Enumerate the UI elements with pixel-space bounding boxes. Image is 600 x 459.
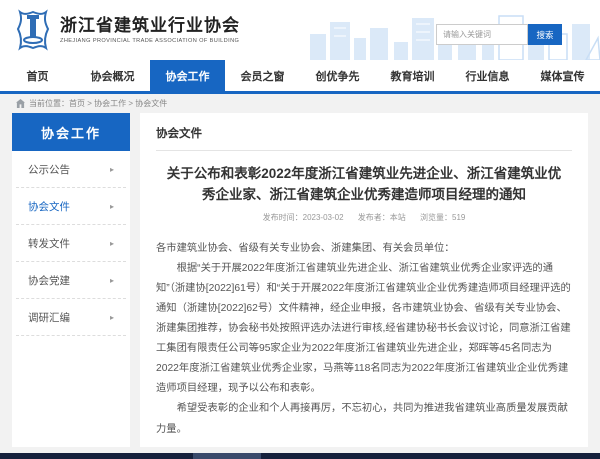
nav-item-home[interactable]: 首页 [0, 60, 75, 91]
nav-item-media[interactable]: 媒体宣传 [525, 60, 600, 91]
home-icon [16, 99, 25, 108]
nav-item-industry-info[interactable]: 行业信息 [450, 60, 525, 91]
article-body: 各市建筑业协会、省级有关专业协会、浙建集团、有关会员单位： 根据“关于开展202… [156, 239, 572, 440]
article-title: 关于公布和表彰2022年度浙江省建筑业先进企业、浙江省建筑业优秀企业家、浙江省建… [160, 164, 568, 206]
nav-item-association-work[interactable]: 协会工作 [150, 60, 225, 91]
chevron-right-icon: ▸ [110, 276, 114, 285]
footer-accent [193, 453, 261, 459]
body-paragraph: 希望受表彰的企业和个人再接再厉，不忘初心，共同为推进我省建筑业高质量发展贡献力量… [156, 399, 572, 439]
search-input[interactable] [436, 24, 528, 45]
publish-time: 发布时间：2023-03-02 [263, 213, 344, 222]
view-count: 浏览量：519 [420, 213, 465, 222]
chevron-right-icon: ▸ [110, 165, 114, 174]
main-nav: 首页 协会概况 协会工作 会员之窗 创优争先 教育培训 行业信息 媒体宣传 [0, 60, 600, 94]
search-box: 搜索 [436, 24, 562, 45]
chevron-right-icon: ▸ [110, 313, 114, 322]
site-logo[interactable]: 浙江省建筑业行业协会 ZHEJIANG PROVINCIAL TRADE ASS… [14, 9, 240, 51]
chevron-right-icon: ▸ [110, 202, 114, 211]
publisher: 发布者：本站 [358, 213, 406, 222]
main-area: 协会工作 公示公告 ▸ 协会文件 ▸ 转发文件 ▸ 协会党建 ▸ 调研汇编 ▸ … [0, 113, 600, 447]
salutation: 各市建筑业协会、省级有关专业协会、浙建集团、有关会员单位： [156, 239, 572, 259]
sidebar-item-announcements[interactable]: 公示公告 ▸ [16, 151, 126, 188]
sidebar-item-association-documents[interactable]: 协会文件 ▸ [16, 188, 126, 225]
sidebar-item-label: 调研汇编 [28, 310, 70, 325]
sidebar-item-label: 转发文件 [28, 236, 70, 251]
nav-item-training[interactable]: 教育培训 [375, 60, 450, 91]
association-emblem-icon [14, 9, 52, 51]
chevron-right-icon: ▸ [110, 239, 114, 248]
site-subtitle: ZHEJIANG PROVINCIAL TRADE ASSOCIATION OF… [60, 38, 240, 44]
sidebar-title: 协会工作 [12, 113, 130, 151]
site-title: 浙江省建筑业行业协会 [60, 16, 240, 36]
sidebar: 协会工作 公示公告 ▸ 协会文件 ▸ 转发文件 ▸ 协会党建 ▸ 调研汇编 ▸ [12, 113, 130, 447]
sidebar-item-research[interactable]: 调研汇编 ▸ [16, 299, 126, 336]
sidebar-item-label: 协会党建 [28, 273, 70, 288]
nav-item-overview[interactable]: 协会概况 [75, 60, 150, 91]
sidebar-item-party-building[interactable]: 协会党建 ▸ [16, 262, 126, 299]
article-meta: 发布时间：2023-03-02 发布者：本站 浏览量：519 [156, 212, 572, 223]
sidebar-item-label: 协会文件 [28, 199, 70, 214]
sidebar-item-label: 公示公告 [28, 162, 70, 177]
footer-bar [0, 453, 600, 459]
search-button[interactable]: 搜索 [528, 24, 562, 45]
breadcrumb-text[interactable]: 当前位置：首页 > 协会工作 > 协会文件 [29, 98, 167, 109]
body-paragraph: 根据“关于开展2022年度浙江省建筑业先进企业、浙江省建筑业优秀企业家评选的通知… [156, 259, 572, 400]
nav-item-excellence[interactable]: 创优争先 [300, 60, 375, 91]
nav-item-members[interactable]: 会员之窗 [225, 60, 300, 91]
content-panel: 协会文件 关于公布和表彰2022年度浙江省建筑业先进企业、浙江省建筑业优秀企业家… [140, 113, 588, 447]
sidebar-item-forwarded-documents[interactable]: 转发文件 ▸ [16, 225, 126, 262]
section-title: 协会文件 [156, 125, 572, 151]
site-header: 浙江省建筑业行业协会 ZHEJIANG PROVINCIAL TRADE ASS… [0, 0, 600, 60]
breadcrumb: 当前位置：首页 > 协会工作 > 协会文件 [0, 94, 600, 113]
